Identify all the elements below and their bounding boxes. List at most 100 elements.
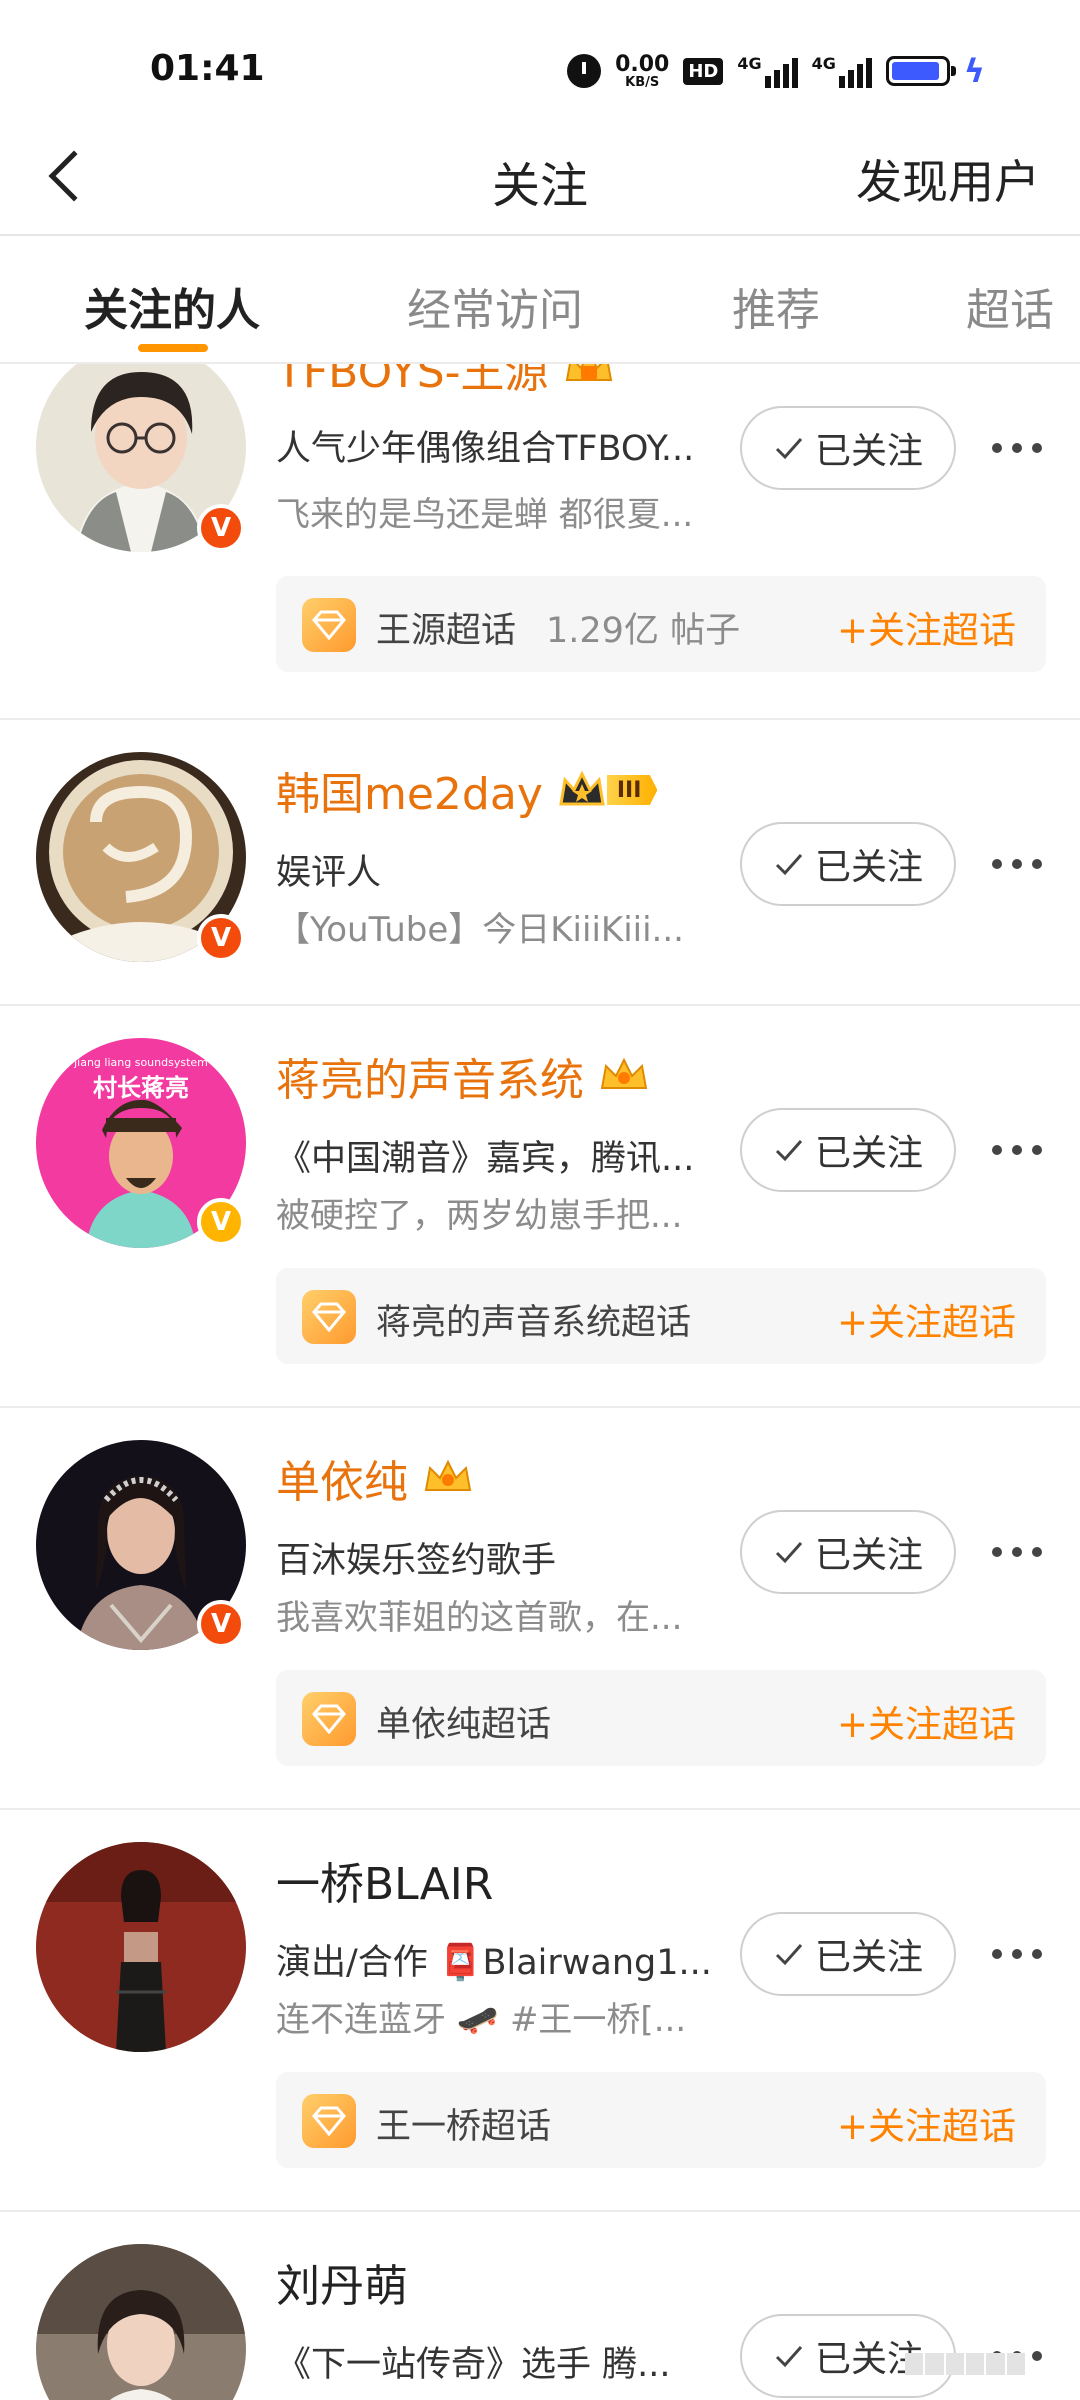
check-icon [775, 438, 803, 460]
super-topic-title: 蒋亮的声音系统超话 [376, 1303, 692, 1343]
follow-super-topic-button[interactable]: +关注超话 [837, 600, 1016, 654]
avatar[interactable] [36, 2244, 246, 2400]
latest-post-preview: 连不连蓝牙 🛹 #王一桥[... [276, 2000, 687, 2040]
user-name-text: 一桥BLAIR [276, 1859, 494, 1910]
scroll-indicator [905, 2353, 1025, 2375]
list-item[interactable]: V 韩国me2day III 娱评人 【YouTube】今日KiiiKiii..… [0, 720, 1080, 1004]
user-name[interactable]: 韩国me2day III [276, 758, 658, 822]
tab-frequent-visits[interactable]: 经常访问 [407, 274, 583, 338]
crown-icon [600, 1057, 648, 1089]
list-item[interactable]: 一桥BLAIR 演出/合作 📮Blairwang1... 连不连蓝牙 🛹 #王一… [0, 1810, 1080, 2210]
tab-super-topics[interactable]: 超话 [966, 274, 1054, 338]
user-description: 演出/合作 📮Blairwang1... [276, 1943, 712, 1983]
super-topic-bar[interactable]: 蒋亮的声音系统超话 +关注超话 [276, 1268, 1046, 1364]
network-speed-value: 0.00 [615, 51, 670, 77]
user-name-text: 韩国me2day [276, 769, 543, 820]
following-button[interactable]: 已关注 [740, 822, 956, 906]
alarm-icon [567, 54, 602, 88]
member-rank-badge: III [557, 770, 658, 810]
crown-icon [424, 1459, 472, 1491]
status-icons: 0.00 KB/S HD 4G 4G ϟ [567, 52, 985, 90]
super-topic-bar[interactable]: 王一桥超话 +关注超话 [276, 2072, 1046, 2168]
status-time: 01:41 [150, 48, 265, 89]
verified-badge-icon: V [197, 504, 245, 552]
latest-post-preview: 被硬控了，两岁幼崽手把... [276, 1196, 683, 1236]
user-description: 人气少年偶像组合TFBOY... [276, 429, 695, 469]
user-description: 《下一站传奇》选手 腾... [276, 2345, 671, 2385]
network-speed: 0.00 KB/S [615, 51, 670, 90]
sim2-network-label: 4G [811, 54, 836, 73]
more-options-icon[interactable] [992, 1537, 1042, 1567]
more-options-icon[interactable] [992, 849, 1042, 879]
check-icon [775, 854, 803, 876]
list-item[interactable]: V 单依纯 百沐娱乐签约歌手 我喜欢菲姐的这首歌，在... 已关注 单依纯超话 … [0, 1408, 1080, 1808]
diamond-icon [302, 1692, 356, 1746]
crown-icon [565, 364, 612, 381]
diamond-icon [302, 598, 356, 652]
charging-icon: ϟ [963, 52, 985, 90]
signal-icon-sim1: 4G [737, 54, 798, 88]
following-button[interactable]: 已关注 [740, 1108, 956, 1192]
follow-super-topic-button[interactable]: +关注超话 [837, 1694, 1016, 1748]
discover-users-button[interactable]: 发现用户 [856, 146, 1040, 212]
diamond-icon [302, 2094, 356, 2148]
latest-post-preview: 【YouTube】今日KiiiKiii... [276, 910, 684, 950]
battery-icon [885, 56, 956, 86]
user-name[interactable]: 蒋亮的声音系统 [276, 1044, 650, 1108]
check-icon [775, 1944, 803, 1966]
user-name-text: 蒋亮的声音系统 [276, 1055, 584, 1106]
check-icon [775, 2346, 803, 2368]
list-item[interactable]: V TFBOYS-王源 人气少年偶像组合TFBOY... 飞来的是鸟还是蝉 都很… [0, 364, 1080, 700]
following-button-label: 已关注 [814, 847, 923, 888]
follow-super-topic-button[interactable]: +关注超话 [837, 1292, 1016, 1346]
more-options-icon[interactable] [992, 1939, 1042, 1969]
signal-icon-sim2: 4G [812, 54, 872, 88]
sim1-network-label: 4G [737, 54, 762, 73]
avatar[interactable] [36, 1842, 246, 2052]
user-description: 百沐娱乐签约歌手 [276, 1541, 557, 1581]
following-list[interactable]: V TFBOYS-王源 人气少年偶像组合TFBOY... 飞来的是鸟还是蝉 都很… [0, 364, 1080, 2400]
user-name-text: 刘丹萌 [276, 2261, 408, 2312]
tab-active-indicator [138, 344, 208, 352]
network-speed-unit: KB/S [625, 74, 660, 90]
user-name-text: TFBOYS-王源 [276, 364, 549, 398]
user-name[interactable]: 一桥BLAIR [276, 1848, 493, 1912]
user-name-text: 单依纯 [276, 1457, 408, 1508]
user-description: 娱评人 [276, 853, 382, 893]
more-options-icon[interactable] [992, 433, 1042, 463]
user-name[interactable]: TFBOYS-王源 [276, 364, 615, 400]
super-topic-title: 单依纯超话 [376, 1705, 552, 1745]
check-icon [775, 1140, 803, 1162]
rank-label: III [606, 775, 658, 805]
more-options-icon[interactable] [992, 1135, 1042, 1165]
verified-badge-icon: V [197, 1198, 245, 1246]
following-button-label: 已关注 [814, 1535, 923, 1576]
avatar-caption-small: jiang liang soundsystem [73, 1056, 208, 1069]
verified-badge-icon: V [197, 914, 245, 962]
super-topic-title: 王一桥超话 [376, 2107, 552, 2147]
list-item[interactable]: jiang liang soundsystem 村长蒋亮 V 蒋亮的声音系统 《… [0, 1006, 1080, 1406]
following-button[interactable]: 已关注 [740, 1510, 956, 1594]
following-button-label: 已关注 [814, 1937, 923, 1978]
super-topic-bar[interactable]: 王源超话 1.29亿 帖子 +关注超话 [276, 576, 1046, 672]
crown-icon [559, 770, 605, 806]
user-name[interactable]: 刘丹萌 [276, 2250, 408, 2314]
verified-badge-icon: V [197, 1600, 245, 1648]
following-button-label: 已关注 [814, 431, 923, 472]
user-description: 《中国潮音》嘉宾，腾讯... [276, 1139, 695, 1179]
super-topic-bar[interactable]: 单依纯超话 +关注超话 [276, 1670, 1046, 1766]
following-button-label: 已关注 [814, 1133, 923, 1174]
avatar-caption: 村长蒋亮 [93, 1074, 189, 1102]
hd-voice-icon: HD [683, 57, 724, 85]
super-topic-title: 王源超话 [376, 611, 517, 651]
tab-recommended[interactable]: 推荐 [732, 274, 820, 338]
following-button[interactable]: 已关注 [740, 1912, 956, 1996]
latest-post-preview: 我喜欢菲姐的这首歌，在... [276, 1598, 683, 1638]
super-topic-post-count: 1.29亿 帖子 [546, 611, 741, 651]
follow-super-topic-button[interactable]: +关注超话 [837, 2096, 1016, 2150]
nav-bar: 关注 发现用户 [0, 120, 1080, 236]
user-name[interactable]: 单依纯 [276, 1446, 474, 1510]
following-button[interactable]: 已关注 [740, 406, 956, 490]
status-bar: 01:41 0.00 KB/S HD 4G 4G ϟ [0, 0, 1080, 130]
tab-following[interactable]: 关注的人 [84, 274, 260, 338]
